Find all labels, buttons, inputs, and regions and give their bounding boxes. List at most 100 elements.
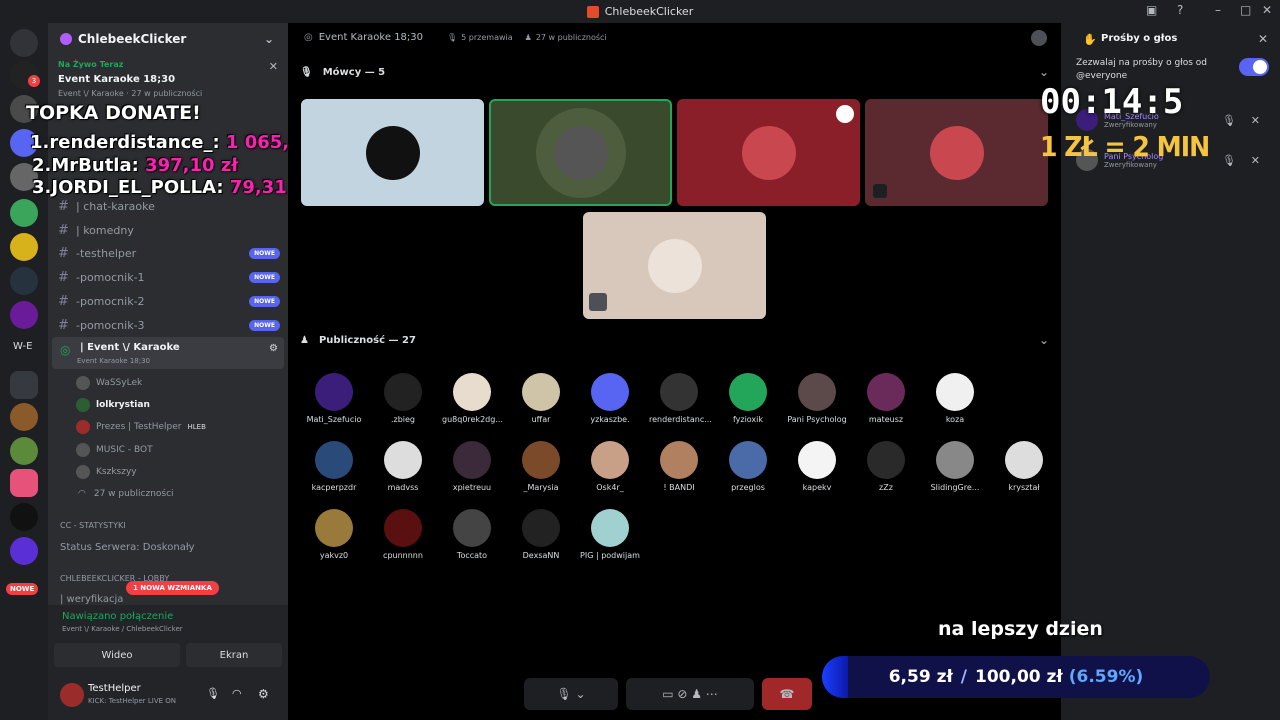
close-window-icon[interactable]: ✕: [1262, 3, 1272, 17]
chevron-down-icon[interactable]: ⌄: [1039, 65, 1049, 79]
channel-item[interactable]: # -pomocnik-2 NOWE: [58, 291, 280, 311]
audience-member[interactable]: renderdistanc...: [649, 373, 712, 424]
mic-control[interactable]: 🎙 ⌄: [524, 678, 618, 710]
audience-member[interactable]: yzkaszbe.: [580, 373, 640, 424]
voice-user[interactable]: MUSIC - BOT: [76, 441, 153, 459]
audience-member[interactable]: madvss: [373, 441, 433, 492]
server-icon[interactable]: [10, 469, 38, 497]
goal-percent: (6.59%): [1068, 667, 1144, 687]
status-channel[interactable]: Status Serwera: Doskonały: [60, 542, 195, 553]
voice-user[interactable]: Kszkszyy: [76, 463, 137, 481]
allow-requests-toggle[interactable]: [1239, 58, 1269, 76]
audience-count-row[interactable]: ◠ 27 w publiczności: [76, 485, 174, 503]
audience-member[interactable]: yakvz0: [304, 509, 364, 560]
audience-member[interactable]: cpunnnnn: [373, 509, 433, 560]
settings-icon[interactable]: ⚙: [269, 343, 278, 354]
close-icon[interactable]: ✕: [269, 60, 278, 73]
server-icon[interactable]: [10, 199, 38, 227]
audience-member[interactable]: xpietreuu: [442, 441, 502, 492]
connection-status[interactable]: Nawiązano połączenie: [62, 611, 173, 622]
speaker-tile[interactable]: [677, 99, 860, 206]
audience-member[interactable]: mateusz: [856, 373, 916, 424]
channel-item[interactable]: # -pomocnik-3 NOWE: [58, 315, 280, 335]
stage-actions[interactable]: ▭ ⊘ ♟ ⋯: [626, 678, 754, 710]
channel-item[interactable]: # -testhelper NOWE: [58, 243, 280, 263]
audience-member[interactable]: Pani Psycholog: [787, 373, 847, 424]
server-icon[interactable]: [10, 301, 38, 329]
settings-icon[interactable]: ⚙: [258, 687, 269, 701]
audience-member[interactable]: Mati_Szefucio: [304, 373, 364, 424]
folder-icon[interactable]: [10, 371, 38, 399]
inbox-icon[interactable]: ▣: [1146, 3, 1157, 17]
audience-member[interactable]: .zbieg: [373, 373, 433, 424]
dismiss-icon[interactable]: ✕: [1251, 114, 1260, 127]
screen-share-icon: ▭ ⊘ ♟ ⋯: [662, 687, 718, 701]
disconnect-button[interactable]: ☎: [762, 678, 812, 710]
maximize-icon[interactable]: □: [1240, 3, 1251, 17]
user-tag: HLEB: [187, 423, 206, 431]
audience-member[interactable]: _Marysia: [511, 441, 571, 492]
speakers-header[interactable]: 🎙 Mówcy — 5: [300, 67, 385, 78]
voice-user[interactable]: Prezes | TestHelper HLEB: [76, 418, 206, 436]
title-bar: ChlebeekClicker ▣ ? – □ ✕: [0, 0, 1280, 23]
hangup-icon: ☎: [779, 687, 795, 701]
voice-user[interactable]: lolkrystian: [76, 396, 150, 414]
server-icon[interactable]: [10, 267, 38, 295]
screen-share-button[interactable]: Ekran: [186, 643, 282, 667]
help-icon[interactable]: ?: [1177, 3, 1183, 17]
audience-member[interactable]: ! BANDI: [649, 441, 709, 492]
close-icon[interactable]: ✕: [1258, 32, 1268, 46]
audience-member[interactable]: Toccato: [442, 509, 502, 560]
avatar: [76, 376, 90, 390]
speaker-tile[interactable]: [583, 212, 766, 319]
server-icon[interactable]: [10, 437, 38, 465]
avatar: [522, 441, 560, 479]
headphones-icon[interactable]: ◠: [232, 687, 242, 700]
server-icon[interactable]: [10, 403, 38, 431]
audience-member[interactable]: kryształ: [994, 441, 1054, 492]
stage-badge-icon[interactable]: [1031, 30, 1047, 46]
chevron-down-icon[interactable]: ⌄: [1039, 333, 1049, 347]
new-badge: NOWE: [249, 247, 280, 259]
guild-header[interactable]: ChlebeekClicker ⌄: [48, 23, 288, 55]
audience-member[interactable]: Osk4r_: [580, 441, 640, 492]
speaker-tile[interactable]: [301, 99, 484, 206]
discord-home-icon[interactable]: [10, 29, 38, 57]
minimize-icon[interactable]: –: [1215, 3, 1221, 17]
voice-channel-active[interactable]: ◎ | Event \/ Karaoke Event Karaoke 18;30…: [52, 337, 284, 369]
audience-member[interactable]: gu8q0rek2dg...: [442, 373, 503, 424]
speaker-tile[interactable]: [865, 99, 1048, 206]
audience-member[interactable]: kacperpzdr: [304, 441, 364, 492]
channel-item[interactable]: # | komedny: [58, 220, 280, 240]
invite-to-speak-icon[interactable]: 🎙: [1222, 114, 1236, 127]
audience-member[interactable]: fyzioxik: [718, 373, 778, 424]
folder-label[interactable]: W-E: [13, 341, 32, 352]
server-icon[interactable]: [10, 537, 38, 565]
avatar[interactable]: [60, 683, 84, 707]
audience-member[interactable]: PIG | podwijam: [580, 509, 640, 560]
avatar: [453, 441, 491, 479]
channel-item[interactable]: # -pomocnik-1 NOWE: [58, 267, 280, 287]
category-stats[interactable]: CC - STATYSTYKI: [60, 521, 126, 530]
audience-member[interactable]: uffar: [511, 373, 571, 424]
audience-member[interactable]: koza: [925, 373, 985, 424]
speaker-tile[interactable]: [489, 99, 672, 206]
invite-to-speak-icon[interactable]: 🎙: [1222, 154, 1236, 167]
audience-member[interactable]: przeglos: [718, 441, 778, 492]
channel-item[interactable]: | weryfikacja: [60, 594, 123, 605]
voice-user[interactable]: WaSSyLek: [76, 374, 142, 392]
audience-header[interactable]: ♟ Publiczność — 27: [300, 335, 416, 346]
microphone-icon[interactable]: 🎙: [206, 687, 220, 700]
audience-name: fyzioxik: [732, 415, 764, 424]
audience-member[interactable]: SlidingGre...: [925, 441, 985, 492]
audience-member[interactable]: zZz: [856, 441, 916, 492]
audience-member[interactable]: DexsaNN: [511, 509, 571, 560]
mention-badge[interactable]: 1 NOWA WZMIANKA: [126, 581, 219, 595]
channel-item[interactable]: # | chat-karaoke: [58, 196, 280, 216]
video-button[interactable]: Wideo: [54, 643, 180, 667]
avatar: [591, 373, 629, 411]
server-icon[interactable]: [10, 233, 38, 261]
audience-member[interactable]: kapekv: [787, 441, 847, 492]
dismiss-icon[interactable]: ✕: [1251, 154, 1260, 167]
server-icon[interactable]: [10, 503, 38, 531]
